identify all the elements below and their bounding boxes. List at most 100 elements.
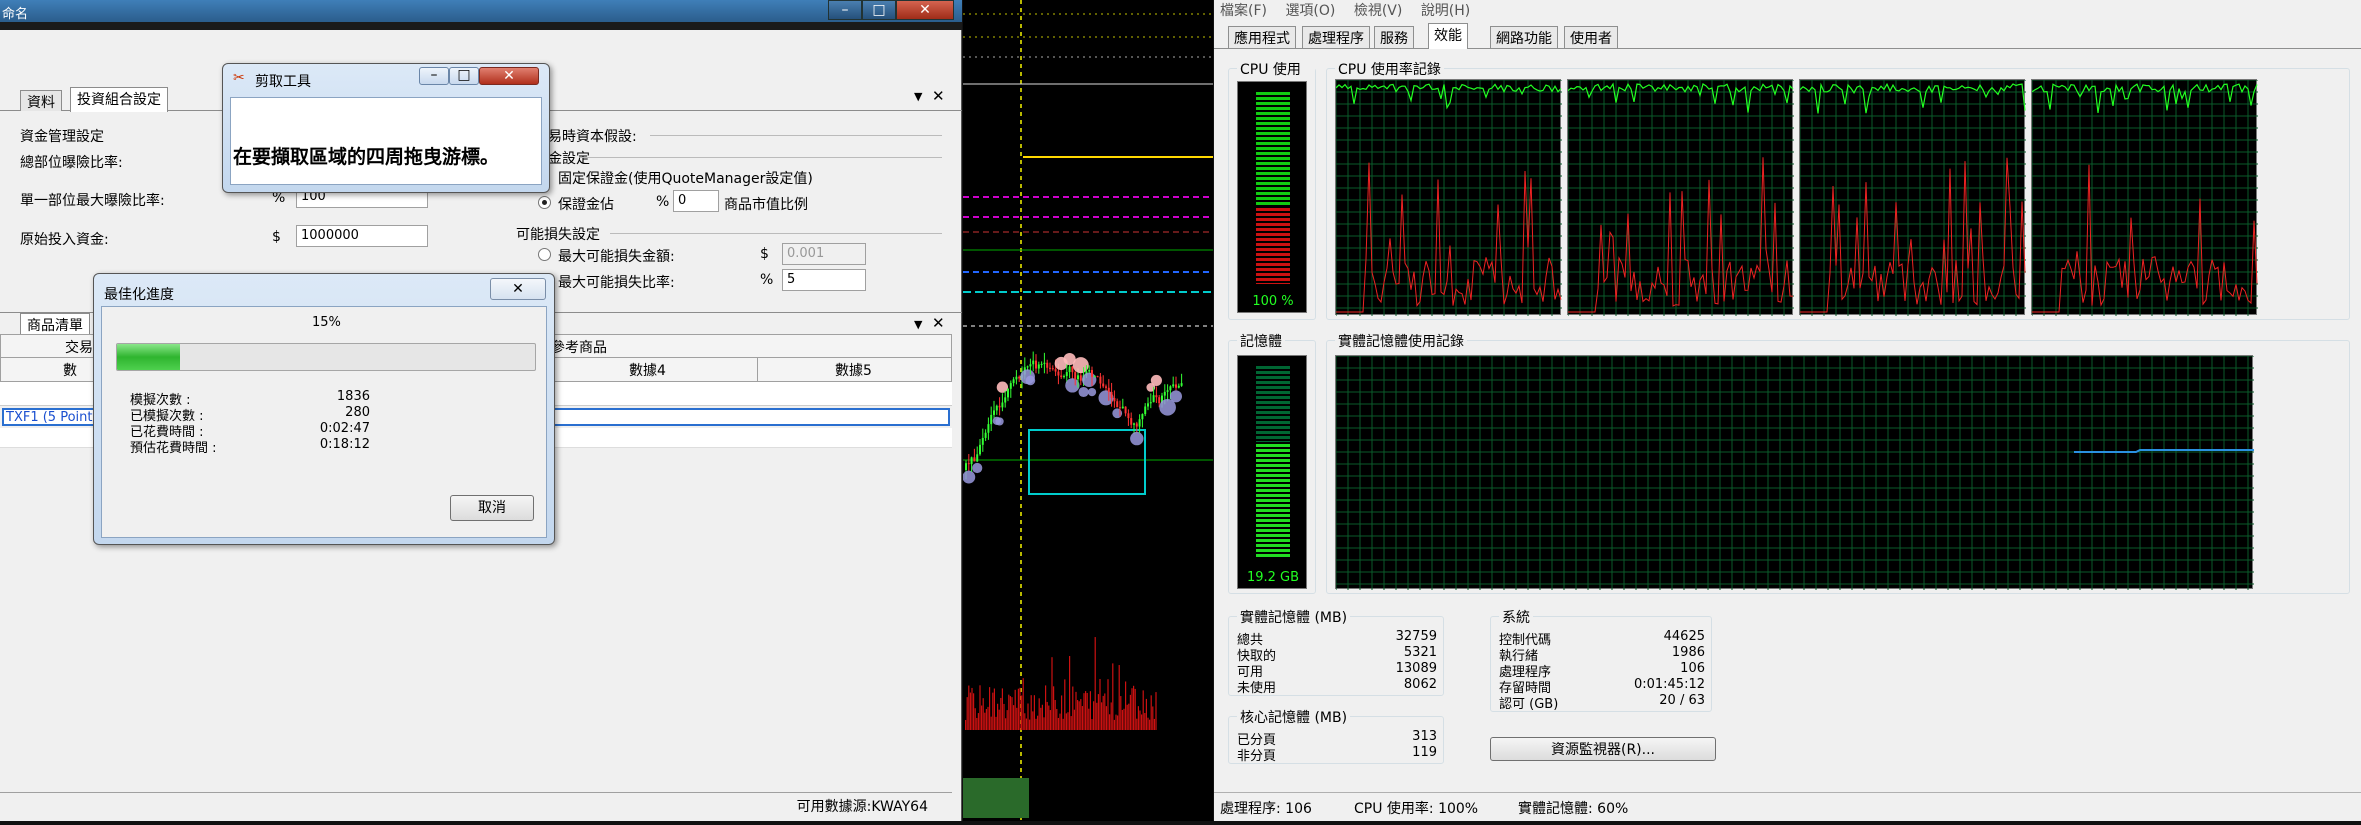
- stat-row: 非分頁 119: [1237, 745, 1437, 764]
- margin-estimate-label: 保證金佔: [558, 197, 614, 213]
- progress-fill: [117, 344, 180, 370]
- money-mgmt-label: 資金管理設定: [20, 129, 104, 145]
- memory-history-title: 實體記憶體使用記錄: [1335, 331, 1467, 351]
- minimize-button[interactable]: –: [828, 0, 862, 20]
- close-icon[interactable]: ✕: [932, 314, 945, 332]
- col-trade[interactable]: 交易: [65, 337, 93, 357]
- window-titlebar[interactable]: 命名 – □ ✕: [0, 0, 962, 22]
- price-chart-svg: [962, 0, 1213, 821]
- col-ref[interactable]: 參考商品: [551, 337, 607, 357]
- menu-file[interactable]: 檔案(F): [1220, 3, 1267, 19]
- maximize-button[interactable]: □: [449, 67, 479, 85]
- tab-performance[interactable]: 效能: [1428, 23, 1468, 49]
- close-button[interactable]: ✕: [490, 278, 546, 300]
- system-title: 系統: [1499, 607, 1533, 627]
- stat-row: 已模擬次數 :280: [130, 405, 370, 424]
- kernel-memory-title: 核心記憶體 (MB): [1237, 707, 1351, 727]
- dropdown-icon[interactable]: ▼: [914, 90, 922, 103]
- col-data1[interactable]: 數: [63, 360, 77, 380]
- kernel-memory-group: 核心記憶體 (MB) 已分頁 313 非分頁 119: [1228, 707, 1444, 764]
- margin-settings-label: 金設定: [548, 151, 590, 167]
- max-loss-ratio-unit: %: [760, 272, 774, 288]
- menu-view[interactable]: 檢視(V): [1354, 3, 1403, 19]
- optimization-progress-dialog: 最佳化進度 ✕ 15% 模擬次數 :1836 已模擬次數 :280 已花費時間 …: [93, 273, 555, 545]
- statusbar: 可用數據源:KWAY64: [0, 792, 952, 815]
- maximize-button[interactable]: □: [862, 0, 896, 20]
- fixed-margin-option[interactable]: 固定保證金(使用QuoteManager設定值): [558, 168, 813, 188]
- col-data5[interactable]: 數據5: [835, 360, 872, 380]
- tab-users[interactable]: 使用者: [1564, 26, 1618, 48]
- stat-row: 快取的 5321: [1237, 645, 1437, 664]
- cpu-usage-group: CPU 使用率 100 %: [1228, 59, 1316, 320]
- tab-product-list[interactable]: 商品清單: [20, 313, 90, 334]
- memory-group: 記憶體 19.2 GB: [1228, 331, 1316, 594]
- max-loss-amount-unit: $: [760, 246, 769, 262]
- initial-capital-label: 原始投入資金:: [20, 232, 109, 248]
- total-risk-label: 總部位曝險比率:: [20, 155, 123, 171]
- system-group: 系統 控制代碼 44625 執行緒 1986 處理程序 106 存留時間 0:01:45…: [1490, 607, 1712, 712]
- tab-data[interactable]: 資料: [20, 90, 62, 111]
- stat-row: 執行緒 1986: [1499, 645, 1705, 664]
- stat-row: 模擬次數 :1836: [130, 389, 370, 408]
- scissors-icon: ✂: [233, 70, 245, 86]
- toolbar-strip: [0, 22, 962, 30]
- cancel-button[interactable]: 取消: [450, 495, 534, 521]
- stat-row: 認可 (GB) 20 / 63: [1499, 693, 1705, 712]
- col-data4[interactable]: 數據4: [629, 360, 666, 380]
- price-chart[interactable]: [962, 0, 1213, 821]
- cpu-core-graph: [1567, 79, 1794, 316]
- stat-row: 預估花費時間 :0:18:12: [130, 437, 370, 456]
- resource-monitor-button[interactable]: 資源監視器(R)...: [1490, 737, 1716, 761]
- status-processes: 處理程序: 106: [1220, 801, 1312, 817]
- physical-memory-title: 實體記憶體 (MB): [1237, 607, 1351, 627]
- cpu-core-graph: [2031, 79, 2258, 316]
- cpu-meter: 100 %: [1237, 81, 1307, 313]
- stat-row: 可用 13089: [1237, 661, 1437, 680]
- close-icon[interactable]: ✕: [932, 87, 945, 105]
- progress-body: 15% 模擬次數 :1836 已模擬次數 :280 已花費時間 :0:02:47…: [101, 306, 547, 538]
- cpu-history-group: CPU 使用率記錄: [1326, 59, 2350, 320]
- row-product: TXF1 (5 Points: [6, 410, 100, 425]
- cpu-meter-bar: [1256, 90, 1290, 284]
- initial-capital-unit: $: [272, 229, 281, 245]
- stat-row: 總共 32759: [1237, 629, 1437, 648]
- menu-help[interactable]: 說明(H): [1421, 3, 1470, 19]
- max-loss-amount-input[interactable]: 0.001: [782, 243, 866, 265]
- close-button[interactable]: ✕: [896, 0, 954, 20]
- memory-history-graph: [1335, 355, 2254, 590]
- divider: [650, 135, 942, 136]
- stat-row: 處理程序 106: [1499, 661, 1705, 680]
- snip-body: 在要擷取區域的四周拖曳游標。: [230, 97, 542, 185]
- margin-input[interactable]: 0: [673, 190, 719, 212]
- tab-processes[interactable]: 處理程序: [1302, 26, 1370, 48]
- physical-memory-group: 實體記憶體 (MB) 總共 32759 快取的 5321 可用 13089 未使用 80…: [1228, 607, 1444, 696]
- cpu-core-graph: [1335, 79, 1562, 316]
- memory-title: 記憶體: [1237, 331, 1285, 351]
- tab-portfolio-settings[interactable]: 投資組合設定: [70, 87, 168, 112]
- margin-unit: %: [656, 194, 670, 210]
- bottom-indicator: [963, 778, 1029, 818]
- loss-settings-label: 可能損失設定: [516, 227, 600, 243]
- task-manager-window: 檔案(F) 選項(O) 檢視(V) 說明(H) 應用程式 處理程序 服務 效能 …: [1214, 0, 2361, 821]
- dropdown-icon[interactable]: ▼: [914, 318, 922, 331]
- volume-bars: [965, 637, 1157, 730]
- data-source-status: 可用數據源:KWAY64: [796, 799, 928, 815]
- initial-capital-input[interactable]: 1000000: [296, 225, 428, 247]
- stat-row: 控制代碼 44625: [1499, 629, 1705, 648]
- cpu-history-title: CPU 使用率記錄: [1335, 59, 1444, 79]
- cpu-value: 100 %: [1252, 294, 1294, 309]
- price-box: [1028, 429, 1146, 495]
- memory-meter-bar: [1256, 364, 1290, 558]
- max-loss-amount-radio[interactable]: [538, 248, 551, 261]
- minimize-button[interactable]: –: [419, 67, 449, 85]
- tab-applications[interactable]: 應用程式: [1228, 26, 1296, 48]
- menu-options[interactable]: 選項(O): [1285, 3, 1335, 19]
- max-loss-amount-label: 最大可能損失金額:: [558, 249, 675, 265]
- tab-services[interactable]: 服務: [1374, 26, 1414, 48]
- close-button[interactable]: ✕: [479, 67, 539, 85]
- margin-estimate-radio[interactable]: [538, 196, 551, 209]
- tab-networking[interactable]: 網路功能: [1490, 26, 1558, 48]
- max-loss-ratio-input[interactable]: 5: [782, 269, 866, 291]
- progress-bar: [116, 343, 536, 371]
- window-title: 命名: [2, 7, 29, 22]
